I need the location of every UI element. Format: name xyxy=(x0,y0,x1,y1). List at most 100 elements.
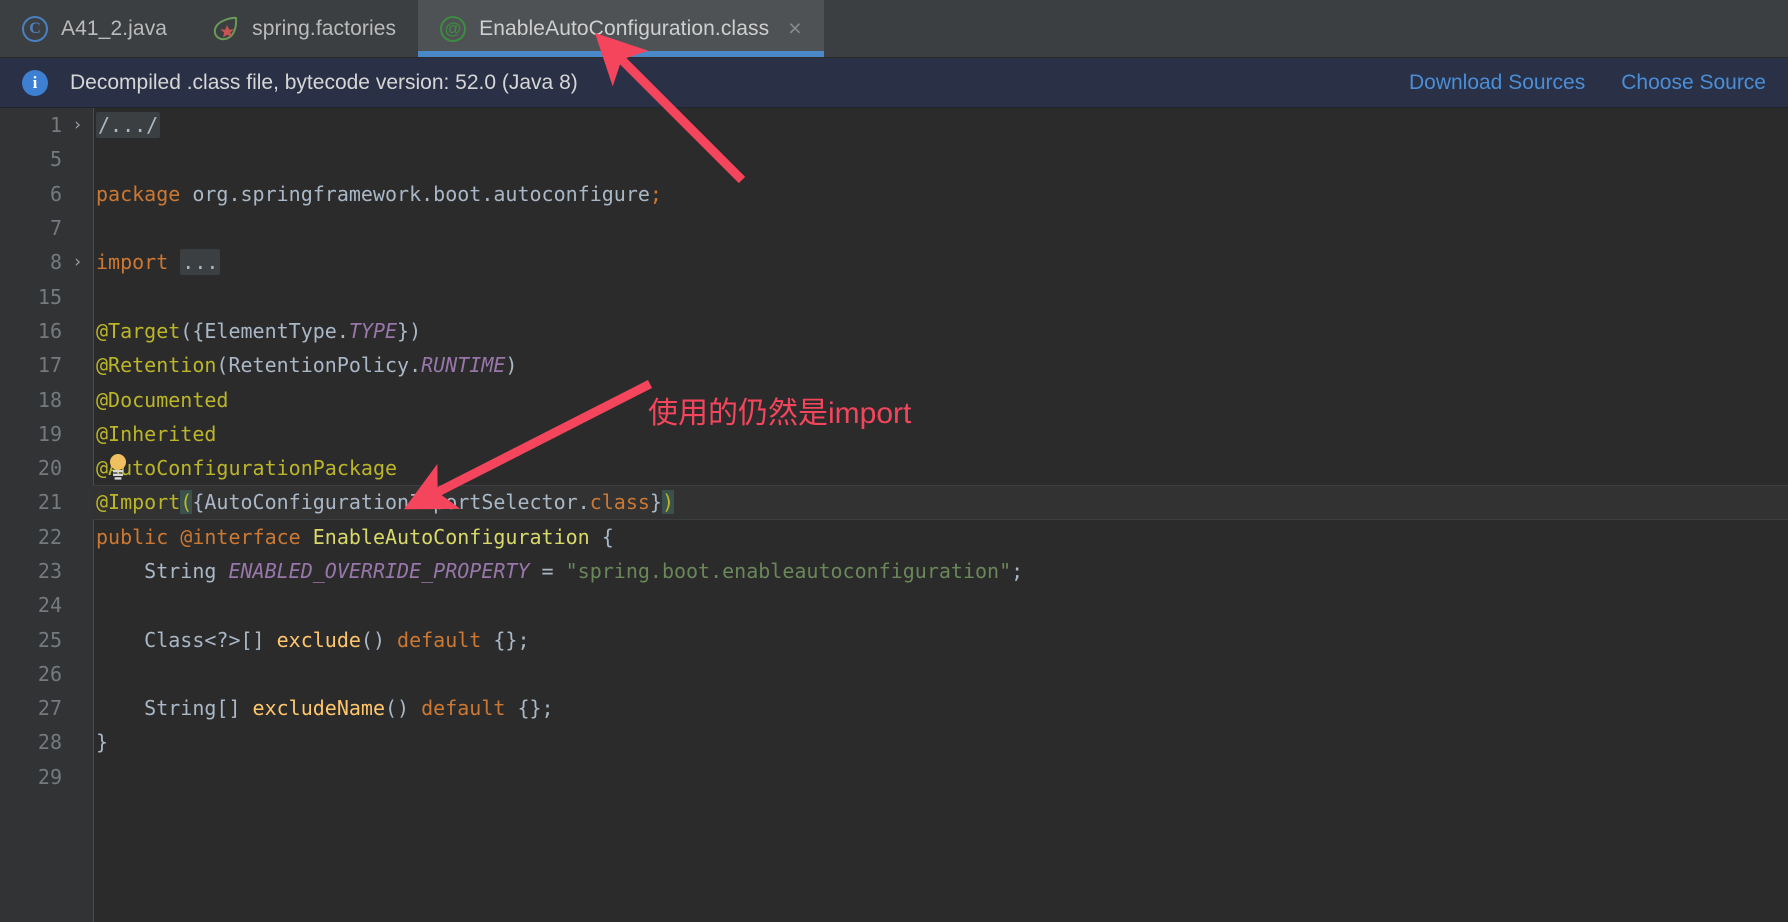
code-text: /.../ xyxy=(93,112,161,139)
code-editor[interactable]: 1 ›/.../ 5 6 package org.springframework.boo… xyxy=(0,108,1788,922)
code-token: (RetentionPolicy. xyxy=(216,353,422,378)
code-text: @Target({ElementType.TYPE}) xyxy=(93,319,421,343)
line-number: 21 xyxy=(37,490,62,515)
code-token: exclude xyxy=(276,627,361,652)
code-line[interactable]: 17 @Retention(RetentionPolicy.RUNTIME) xyxy=(0,348,1788,382)
code-token: class xyxy=(589,490,650,515)
code-token: default xyxy=(421,696,506,721)
code-token: {AutoConfigurationImportSelector. xyxy=(192,490,590,515)
code-line[interactable]: 23 String ENABLED_OVERRIDE_PROPERTY = "s… xyxy=(0,554,1788,588)
code-text: @Import({AutoConfigurationImportSelector… xyxy=(93,490,675,515)
code-text: import ... xyxy=(93,249,221,276)
line-number: 25 xyxy=(37,627,62,652)
code-text: @Documented xyxy=(93,388,228,412)
code-token: @Retention xyxy=(96,353,217,378)
code-token: () xyxy=(385,696,422,721)
code-token: package xyxy=(96,181,181,206)
editor-tab-bar: C A41_2.java spring.factories @ EnableAu… xyxy=(0,0,1788,58)
tab-label: A41_2.java xyxy=(61,16,168,40)
tab-a41-2-java[interactable]: C A41_2.java xyxy=(0,0,190,57)
tab-enableautoconfiguration-class[interactable]: @ EnableAutoConfiguration.class × xyxy=(418,0,824,57)
line-number: 28 xyxy=(37,730,62,755)
line-number: 18 xyxy=(37,387,62,412)
code-line[interactable]: 5 xyxy=(0,142,1788,176)
code-token: @AutoConfigurationPackage xyxy=(96,456,398,481)
code-token: TYPE xyxy=(348,318,398,343)
code-line[interactable]: 27 String[] excludeName() default {}; xyxy=(0,691,1788,725)
code-line[interactable]: 15 xyxy=(0,279,1788,313)
code-token: default xyxy=(397,627,482,652)
line-number: 19 xyxy=(37,421,62,446)
decompiled-notification-bar: i Decompiled .class file, bytecode versi… xyxy=(0,58,1788,108)
line-number: 16 xyxy=(37,318,62,343)
code-token: ENABLED_OVERRIDE_PROPERTY xyxy=(228,559,530,583)
code-token: RUNTIME xyxy=(421,353,506,378)
code-text: package org.springframework.boot.autocon… xyxy=(93,182,662,206)
code-line[interactable]: 7 xyxy=(0,211,1788,245)
code-token: {}; xyxy=(505,696,554,721)
code-line[interactable]: 22 public @interface EnableAutoConfigurat… xyxy=(0,520,1788,554)
code-token: @interface xyxy=(180,524,301,549)
info-icon: i xyxy=(22,69,48,96)
code-content[interactable]: 1 ›/.../ 5 6 package org.springframework.boo… xyxy=(0,108,1788,922)
code-text: public @interface EnableAutoConfiguratio… xyxy=(93,525,614,549)
spring-leaf-icon xyxy=(211,16,239,42)
annotation-type-icon: @ xyxy=(440,15,467,42)
code-line[interactable]: 25 Class<?>[] exclude() default {}; xyxy=(0,622,1788,656)
code-text: @Retention(RetentionPolicy.RUNTIME) xyxy=(93,353,517,377)
download-sources-link[interactable]: Download Sources xyxy=(1409,71,1585,95)
code-text: @AutoConfigurationPackage xyxy=(93,456,397,480)
code-line[interactable]: 16 @Target({ElementType.TYPE}) xyxy=(0,314,1788,348)
code-token: @Target xyxy=(96,318,181,343)
code-token: @Documented xyxy=(96,387,229,412)
line-number: 7 xyxy=(49,216,62,241)
line-number: 17 xyxy=(37,353,62,378)
line-number: 23 xyxy=(37,559,62,583)
code-token: ; xyxy=(649,181,662,206)
code-line[interactable]: 6 package org.springframework.boot.autoco… xyxy=(0,177,1788,211)
code-token: import xyxy=(96,250,169,275)
code-token: /.../ xyxy=(96,112,161,139)
code-text: @Inherited xyxy=(93,422,216,446)
close-icon[interactable]: × xyxy=(788,17,801,40)
code-line[interactable]: 26 xyxy=(0,657,1788,691)
fold-expand-icon[interactable]: › xyxy=(62,115,93,135)
code-token: {}; xyxy=(481,627,530,652)
line-number: 20 xyxy=(37,456,62,481)
code-token: excludeName xyxy=(252,696,385,721)
line-number: 26 xyxy=(37,661,62,686)
code-line[interactable]: 24 xyxy=(0,588,1788,622)
code-line[interactable]: 28} xyxy=(0,725,1788,759)
line-number: 5 xyxy=(49,147,62,172)
line-number: 27 xyxy=(37,696,62,721)
fold-expand-icon[interactable]: › xyxy=(62,252,93,272)
java-class-icon: C xyxy=(22,15,48,42)
notification-actions: Download Sources Choose Source xyxy=(1409,71,1766,95)
line-number: 15 xyxy=(37,284,62,309)
code-token: { xyxy=(589,524,614,549)
line-number: 8 xyxy=(49,250,62,275)
code-token: org.springframework.boot.autoconfigure xyxy=(180,181,650,206)
tab-label: EnableAutoConfiguration.class xyxy=(479,16,770,40)
choose-sources-link[interactable]: Choose Source xyxy=(1621,71,1766,95)
code-token: ; xyxy=(1011,559,1024,583)
code-line[interactable]: 8 › import ... xyxy=(0,245,1788,279)
tab-spring-factories[interactable]: spring.factories xyxy=(189,0,419,57)
code-token: ) xyxy=(661,490,675,515)
code-token: () xyxy=(360,627,398,652)
code-token: @Inherited xyxy=(96,421,217,446)
notification-message: Decompiled .class file, bytecode version… xyxy=(70,70,578,94)
code-text: } xyxy=(93,730,108,754)
code-text: Class<?>[] exclude() default {}; xyxy=(93,627,530,652)
code-text: String[] excludeName() default {}; xyxy=(93,696,554,721)
code-line[interactable]: 29 xyxy=(0,760,1788,794)
code-line[interactable]: 21 @Import({AutoConfigurationImportSelect… xyxy=(0,485,1788,520)
code-token: } xyxy=(649,490,662,515)
code-token: public xyxy=(96,524,169,549)
code-token: Class<?>[] xyxy=(96,627,277,652)
code-line[interactable]: 20 @AutoConfigurationPackage xyxy=(0,451,1788,485)
line-number: 29 xyxy=(37,764,62,789)
code-line[interactable]: 1 ›/.../ xyxy=(0,108,1788,142)
